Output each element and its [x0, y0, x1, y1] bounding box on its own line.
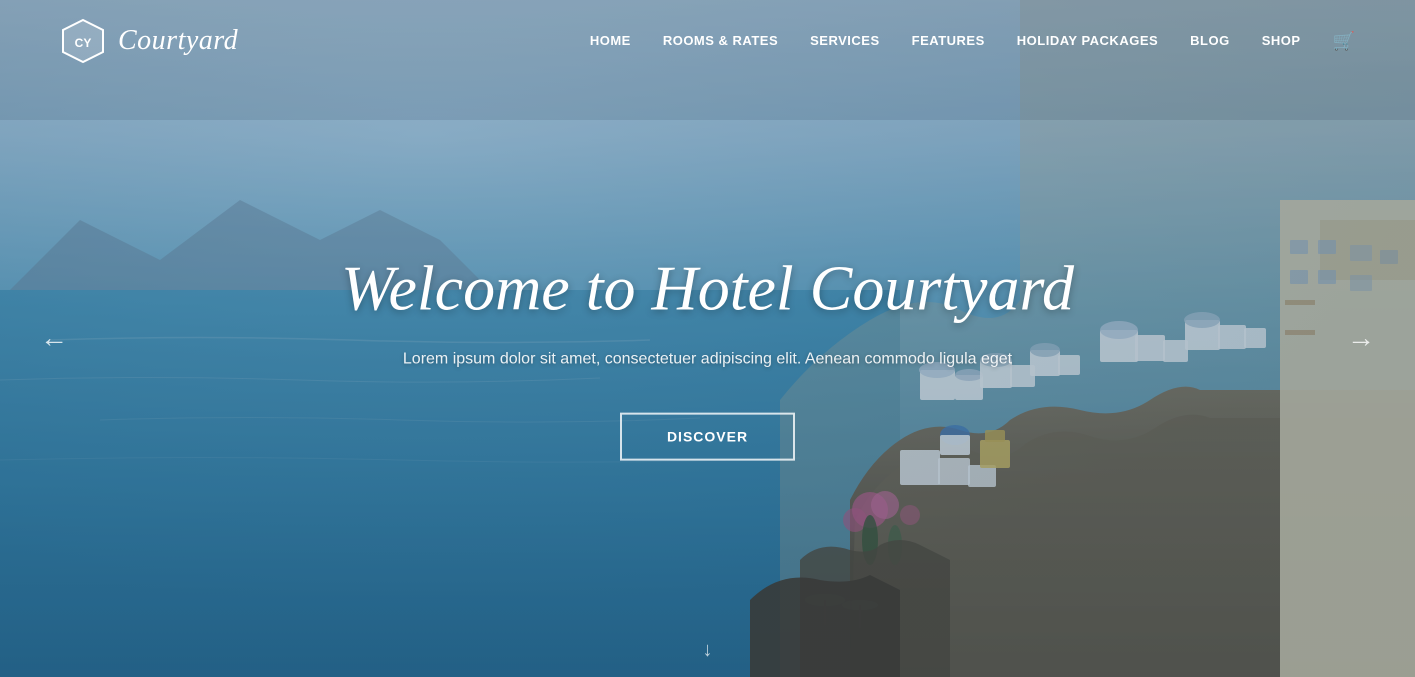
- nav-item-rooms[interactable]: ROOMS & RATES: [663, 32, 778, 50]
- scroll-down-button[interactable]: ↓: [703, 639, 713, 662]
- nav-link-home[interactable]: HOME: [590, 33, 631, 48]
- navbar: CY Courtyard HOME ROOMS & RATES SERVICES…: [0, 0, 1415, 82]
- nav-item-cart[interactable]: 🛒: [1333, 31, 1355, 52]
- nav-item-holiday[interactable]: HOLIDAY PACKAGES: [1017, 32, 1158, 50]
- hero-title: Welcome to Hotel Courtyard: [258, 250, 1158, 327]
- hero-subtitle: Lorem ipsum dolor sit amet, consectetuer…: [258, 347, 1158, 373]
- nav-link-features[interactable]: FEATURES: [912, 33, 985, 48]
- next-slide-button[interactable]: →: [1337, 313, 1385, 365]
- hero-content: Welcome to Hotel Courtyard Lorem ipsum d…: [258, 250, 1158, 460]
- discover-button[interactable]: Discover: [620, 413, 795, 461]
- logo-icon: CY: [60, 18, 106, 64]
- hero-section: CY Courtyard HOME ROOMS & RATES SERVICES…: [0, 0, 1415, 677]
- svg-text:CY: CY: [75, 36, 92, 50]
- prev-slide-button[interactable]: ←: [30, 313, 78, 365]
- nav-link-holiday[interactable]: HOLIDAY PACKAGES: [1017, 33, 1158, 48]
- nav-link-blog[interactable]: BLOG: [1190, 33, 1230, 48]
- nav-link-services[interactable]: SERVICES: [810, 33, 880, 48]
- nav-menu: HOME ROOMS & RATES SERVICES FEATURES HOL…: [590, 31, 1355, 52]
- logo[interactable]: CY Courtyard: [60, 18, 238, 64]
- nav-link-rooms[interactable]: ROOMS & RATES: [663, 33, 778, 48]
- nav-item-shop[interactable]: SHOP: [1262, 32, 1301, 50]
- logo-name: Courtyard: [118, 25, 238, 57]
- nav-item-blog[interactable]: BLOG: [1190, 32, 1230, 50]
- nav-item-features[interactable]: FEATURES: [912, 32, 985, 50]
- nav-item-home[interactable]: HOME: [590, 32, 631, 50]
- nav-item-services[interactable]: SERVICES: [810, 32, 880, 50]
- cart-icon[interactable]: 🛒: [1333, 31, 1355, 51]
- nav-link-shop[interactable]: SHOP: [1262, 33, 1301, 48]
